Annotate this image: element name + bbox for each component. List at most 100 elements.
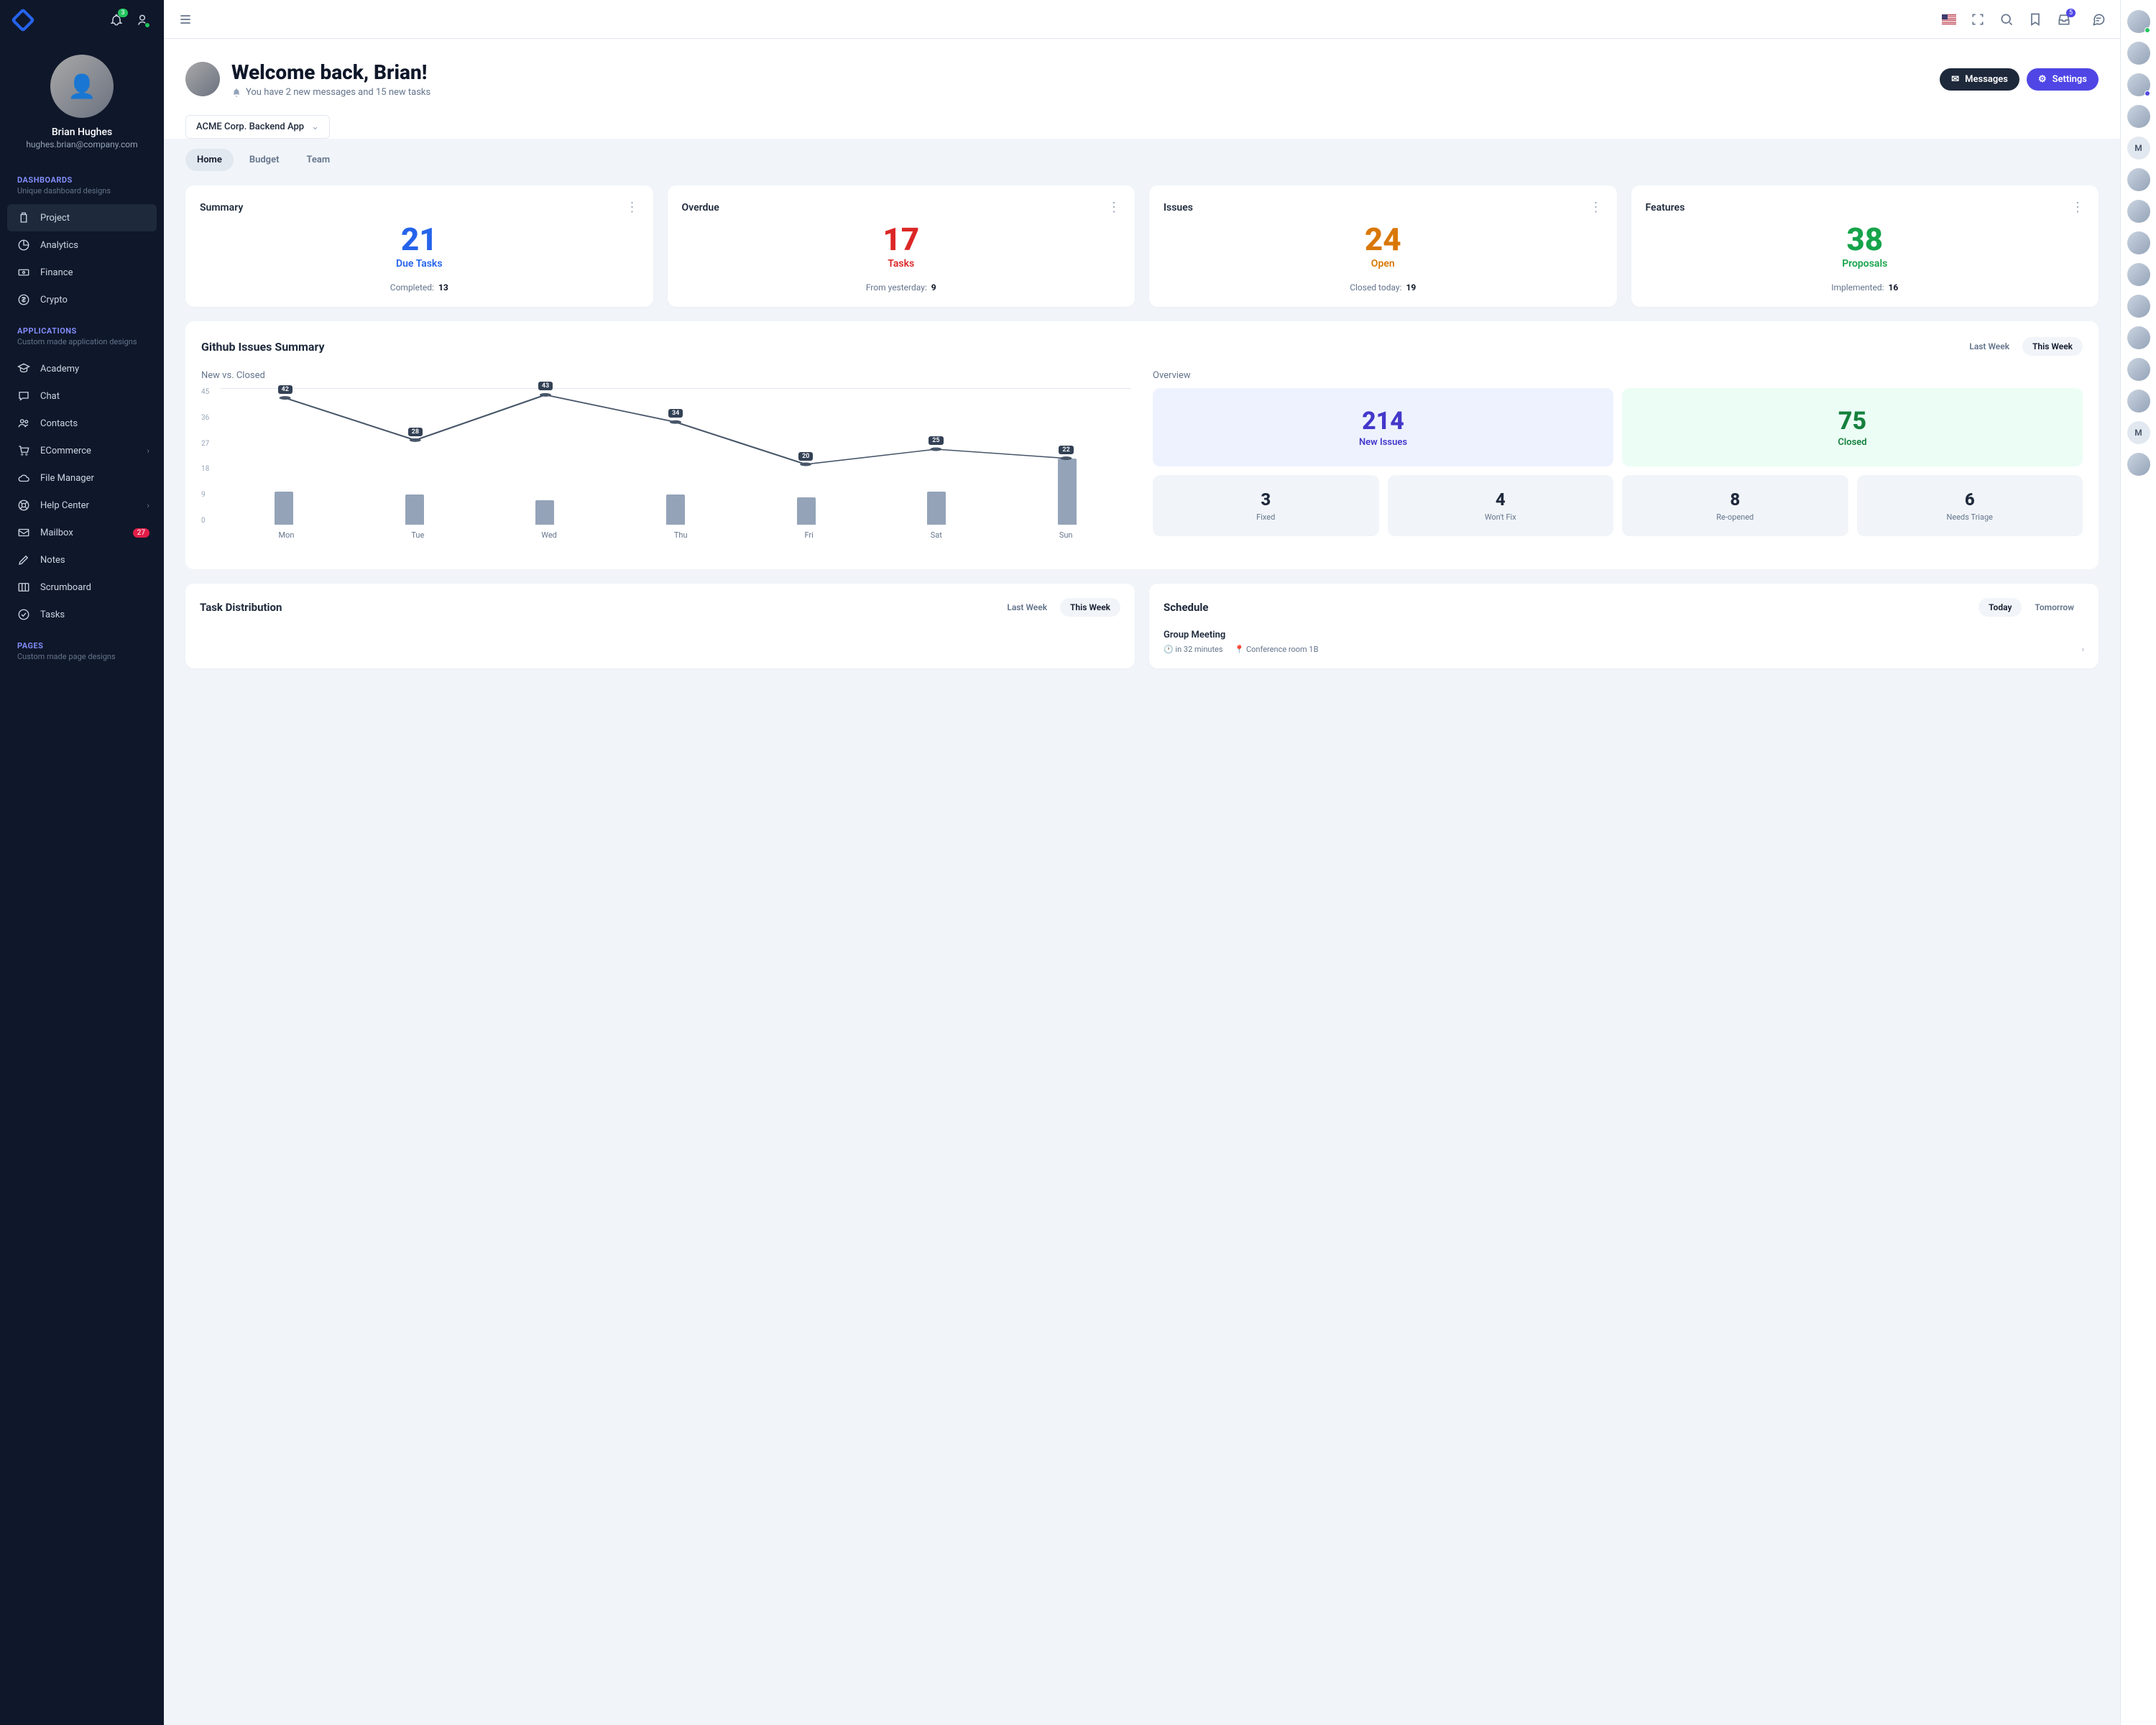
- stat-card-features: Features⋮38ProposalsImplemented:16: [1631, 185, 2099, 307]
- logo[interactable]: [11, 8, 35, 32]
- sidebar-item-file-manager[interactable]: File Manager: [0, 464, 164, 492]
- contact-avatar[interactable]: [2127, 326, 2150, 349]
- contact-avatar[interactable]: [2127, 168, 2150, 191]
- sidebar-item-tasks[interactable]: Tasks: [0, 601, 164, 628]
- contact-avatar[interactable]: [2127, 231, 2150, 254]
- user-profile[interactable]: 👤 Brian Hughes hughes.brian@company.com: [0, 40, 164, 171]
- nav-group-title: DASHBOARDS: [0, 171, 164, 185]
- sidebar-item-chat[interactable]: Chat: [0, 382, 164, 410]
- page-subtitle: You have 2 new messages and 15 new tasks: [246, 87, 430, 98]
- contact-avatar[interactable]: [2127, 42, 2150, 65]
- stat-footer: From yesterday:9: [682, 282, 1121, 293]
- contact-avatar[interactable]: [2127, 390, 2150, 413]
- github-chart: 4536271890 42284334202522 MonTueWedThuFr…: [201, 388, 1131, 553]
- tab-home[interactable]: Home: [185, 149, 234, 171]
- y-tick: 0: [201, 517, 209, 525]
- overview-small-needs-triage: 6Needs Triage: [1857, 475, 2083, 536]
- more-icon[interactable]: ⋮: [1590, 200, 1603, 215]
- inbox-icon[interactable]: 5: [2057, 12, 2071, 27]
- card-title: Summary: [200, 202, 243, 213]
- time-option-last-week[interactable]: Last Week: [1959, 337, 2019, 356]
- stat-footer: Closed today:19: [1164, 282, 1603, 293]
- nav-group-subtitle: Custom made page designs: [0, 650, 164, 670]
- more-icon[interactable]: ⋮: [1107, 200, 1120, 215]
- settings-button[interactable]: ⚙Settings: [2027, 68, 2099, 91]
- nav-label: Help Center: [40, 500, 89, 511]
- menu-icon[interactable]: [178, 12, 193, 27]
- sidebar-item-analytics[interactable]: Analytics: [0, 231, 164, 259]
- time-option-today[interactable]: Today: [1978, 598, 2022, 617]
- bookmark-icon[interactable]: [2028, 12, 2042, 27]
- data-point-label: 42: [278, 385, 292, 394]
- time-option-this-week[interactable]: This Week: [1060, 598, 1120, 617]
- contact-avatar[interactable]: [2127, 105, 2150, 128]
- y-tick: 36: [201, 414, 209, 422]
- search-icon[interactable]: [1999, 12, 2014, 27]
- data-point-label: 20: [798, 452, 813, 461]
- mail-icon: [17, 526, 30, 539]
- chat-panel-icon[interactable]: [2091, 12, 2106, 27]
- sidebar-item-crypto[interactable]: Crypto: [0, 286, 164, 313]
- nav-label: Project: [40, 213, 70, 224]
- sidebar-item-help-center[interactable]: Help Center›: [0, 492, 164, 519]
- stat-label: Due Tasks: [200, 258, 639, 270]
- chart-bar: [535, 500, 554, 525]
- sidebar-item-academy[interactable]: Academy: [0, 355, 164, 382]
- stat-value: 38: [1646, 221, 2085, 258]
- nav-label: ECommerce: [40, 446, 91, 456]
- user-name: Brian Hughes: [52, 126, 112, 138]
- stat-card-summary: Summary⋮21Due TasksCompleted:13: [185, 185, 653, 307]
- project-selector[interactable]: ACME Corp. Backend App ⌄: [185, 115, 330, 139]
- pie-icon: [17, 239, 30, 252]
- schedule-item[interactable]: Group Meeting🕐 in 32 minutes📍 Conference…: [1164, 630, 2084, 654]
- chart-bar: [1058, 459, 1077, 525]
- user-status-icon[interactable]: [135, 13, 149, 27]
- overview-big-new-issues: 214New Issues: [1153, 388, 1613, 466]
- contact-avatar[interactable]: [2127, 453, 2150, 476]
- x-tick: Fri: [804, 530, 813, 540]
- tab-team[interactable]: Team: [295, 149, 341, 171]
- x-tick: Sat: [931, 530, 942, 540]
- more-icon[interactable]: ⋮: [2071, 200, 2084, 215]
- messages-button[interactable]: ✉Messages: [1940, 68, 2019, 91]
- time-option-last-week[interactable]: Last Week: [997, 598, 1057, 617]
- contact-avatar[interactable]: [2127, 358, 2150, 381]
- card-title: Overdue: [682, 202, 719, 213]
- github-issues-card: Github Issues Summary Last WeekThis Week…: [185, 321, 2099, 569]
- chart-bar: [405, 494, 424, 525]
- sidebar-item-ecommerce[interactable]: ECommerce›: [0, 437, 164, 464]
- tab-budget[interactable]: Budget: [238, 149, 291, 171]
- sidebar-item-notes[interactable]: Notes: [0, 546, 164, 574]
- sidebar-item-mailbox[interactable]: Mailbox27: [0, 519, 164, 546]
- sidebar-item-finance[interactable]: Finance: [0, 259, 164, 286]
- more-icon[interactable]: ⋮: [626, 200, 639, 215]
- contact-avatar[interactable]: [2127, 200, 2150, 223]
- nav-label: Crypto: [40, 295, 68, 305]
- pencil-icon: [17, 553, 30, 566]
- language-flag[interactable]: [1942, 14, 1956, 24]
- time-option-this-week[interactable]: This Week: [2022, 337, 2083, 356]
- task-dist-title: Task Distribution: [200, 601, 282, 614]
- sidebar-item-scrumboard[interactable]: Scrumboard: [0, 574, 164, 601]
- contact-avatar[interactable]: M: [2127, 137, 2150, 160]
- contact-avatar[interactable]: [2127, 10, 2150, 33]
- sidebar-item-project[interactable]: Project: [7, 204, 157, 231]
- nav-label: Chat: [40, 391, 60, 402]
- data-point-label: 34: [668, 409, 683, 418]
- contact-avatar[interactable]: M: [2127, 421, 2150, 444]
- clipboard-icon: [17, 211, 30, 224]
- fullscreen-icon[interactable]: [1971, 12, 1985, 27]
- chart-bar: [666, 494, 685, 525]
- sidebar-item-contacts[interactable]: Contacts: [0, 410, 164, 437]
- cloud-icon: [17, 472, 30, 484]
- contact-avatar[interactable]: [2127, 295, 2150, 318]
- stat-label: Tasks: [682, 258, 1121, 270]
- time-option-tomorrow[interactable]: Tomorrow: [2024, 598, 2084, 617]
- academic-icon: [17, 362, 30, 375]
- contact-avatar[interactable]: [2127, 73, 2150, 96]
- schedule-title: Schedule: [1164, 601, 1208, 614]
- contact-avatar[interactable]: [2127, 263, 2150, 286]
- ov-value: 8: [1628, 489, 1843, 510]
- bell-icon[interactable]: 3: [109, 13, 124, 27]
- x-tick: Mon: [278, 530, 294, 540]
